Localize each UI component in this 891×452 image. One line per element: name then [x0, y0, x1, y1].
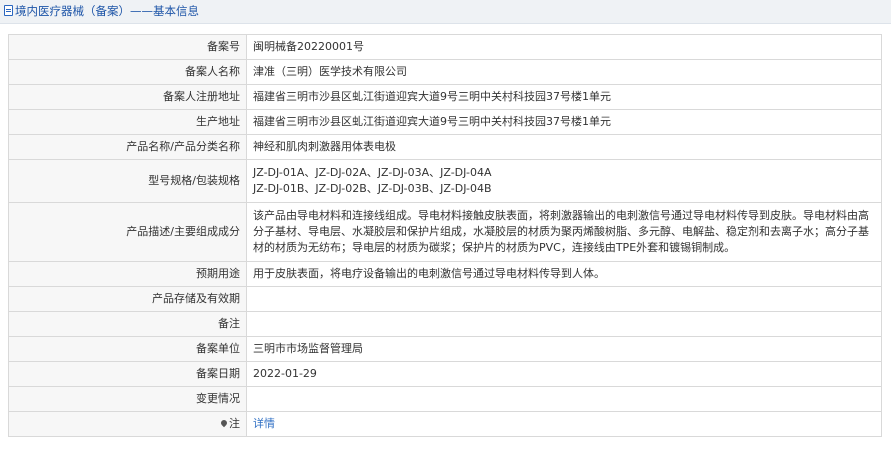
pin-icon	[219, 418, 229, 428]
model-spec-line-b: JZ-DJ-01B、JZ-DJ-02B、JZ-DJ-03B、JZ-DJ-04B	[253, 182, 492, 195]
page-title: 境内医疗器械（备案）——基本信息	[15, 4, 199, 18]
authority-value: 三明市市场监督管理局	[246, 336, 882, 362]
table-row: 备案日期 2022-01-29	[8, 361, 882, 387]
table-row: 产品存储及有效期	[8, 286, 882, 312]
table-row: 注 详情	[8, 411, 882, 437]
table-row: 备案人名称 津准（三明）医学技术有限公司	[8, 59, 882, 85]
record-date-value: 2022-01-29	[246, 361, 882, 387]
registrant-label: 备案人名称	[8, 59, 247, 85]
table-row: 产品描述/主要组成成分 该产品由导电材料和连接线组成。导电材料接触皮肤表面，将刺…	[8, 202, 882, 262]
production-address-value: 福建省三明市沙县区虬江街道迎宾大道9号三明中关村科技园37号楼1单元	[246, 109, 882, 135]
remarks-label: 备注	[8, 311, 247, 337]
note-label-text: 注	[229, 417, 240, 430]
table-row: 产品名称/产品分类名称 神经和肌肉刺激器用体表电极	[8, 134, 882, 160]
registrant-address-label: 备案人注册地址	[8, 84, 247, 110]
storage-label: 产品存储及有效期	[8, 286, 247, 312]
intended-use-value: 用于皮肤表面，将电疗设备输出的电刺激信号通过导电材料传导到人体。	[246, 261, 882, 287]
description-value: 该产品由导电材料和连接线组成。导电材料接触皮肤表面，将刺激器输出的电刺激信号通过…	[246, 202, 882, 262]
description-label: 产品描述/主要组成成分	[8, 202, 247, 262]
note-value: 详情	[246, 411, 882, 437]
table-row: 预期用途 用于皮肤表面，将电疗设备输出的电刺激信号通过导电材料传导到人体。	[8, 261, 882, 287]
document-icon	[4, 5, 13, 16]
table-row: 备案人注册地址 福建省三明市沙县区虬江街道迎宾大道9号三明中关村科技园37号楼1…	[8, 84, 882, 110]
registrant-address-value: 福建省三明市沙县区虬江街道迎宾大道9号三明中关村科技园37号楼1单元	[246, 84, 882, 110]
storage-value	[246, 286, 882, 312]
record-no-value: 闽明械备20220001号	[246, 34, 882, 60]
model-spec-value: JZ-DJ-01A、JZ-DJ-02A、JZ-DJ-03A、JZ-DJ-04A …	[246, 159, 882, 203]
changes-value	[246, 386, 882, 412]
details-link[interactable]: 详情	[253, 417, 275, 430]
basic-info-table: 备案号 闽明械备20220001号 备案人名称 津准（三明）医学技术有限公司 备…	[8, 34, 882, 437]
record-no-label: 备案号	[8, 34, 247, 60]
changes-label: 变更情况	[8, 386, 247, 412]
table-row: 备案号 闽明械备20220001号	[8, 34, 882, 60]
product-name-value: 神经和肌肉刺激器用体表电极	[246, 134, 882, 160]
model-spec-line-a: JZ-DJ-01A、JZ-DJ-02A、JZ-DJ-03A、JZ-DJ-04A	[253, 166, 492, 179]
table-row: 型号规格/包装规格 JZ-DJ-01A、JZ-DJ-02A、JZ-DJ-03A、…	[8, 159, 882, 203]
page-header: 境内医疗器械（备案）——基本信息	[0, 0, 891, 24]
production-address-label: 生产地址	[8, 109, 247, 135]
record-date-label: 备案日期	[8, 361, 247, 387]
remarks-value	[246, 311, 882, 337]
table-row: 生产地址 福建省三明市沙县区虬江街道迎宾大道9号三明中关村科技园37号楼1单元	[8, 109, 882, 135]
authority-label: 备案单位	[8, 336, 247, 362]
table-row: 备案单位 三明市市场监督管理局	[8, 336, 882, 362]
model-spec-label: 型号规格/包装规格	[8, 159, 247, 203]
product-name-label: 产品名称/产品分类名称	[8, 134, 247, 160]
note-label: 注	[8, 411, 247, 437]
table-row: 变更情况	[8, 386, 882, 412]
table-row: 备注	[8, 311, 882, 337]
registrant-value: 津准（三明）医学技术有限公司	[246, 59, 882, 85]
intended-use-label: 预期用途	[8, 261, 247, 287]
